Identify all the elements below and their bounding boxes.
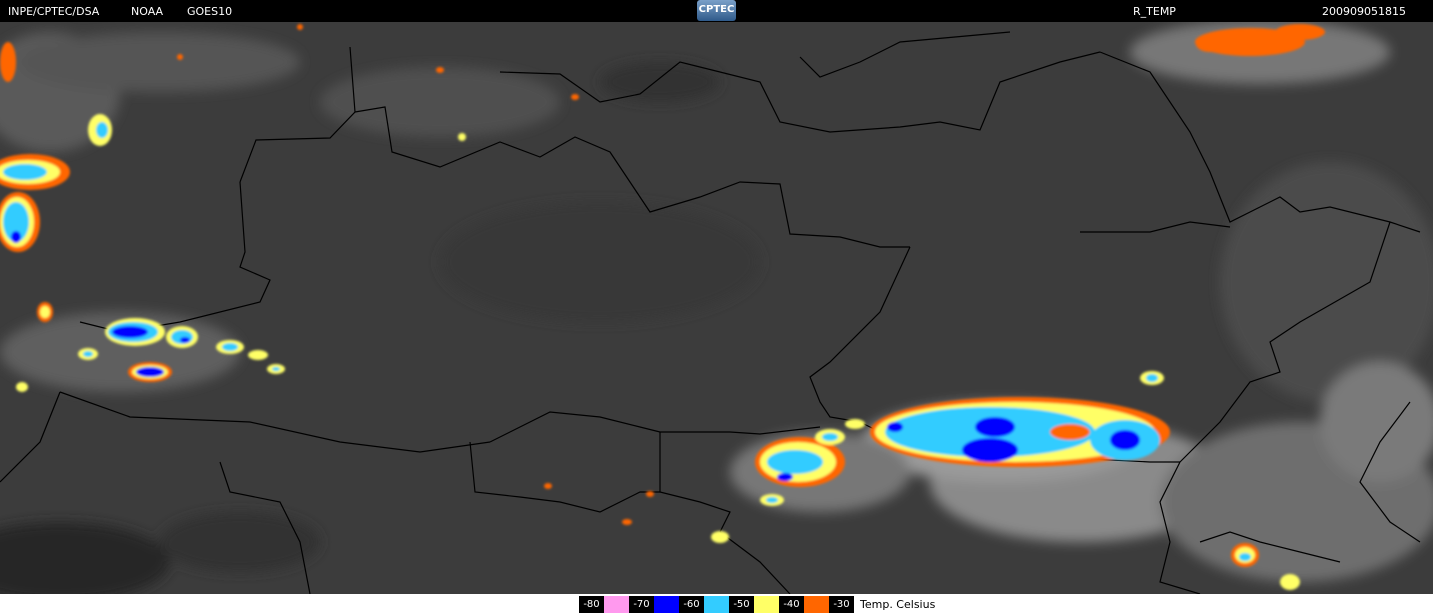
agency-label: NOAA (131, 5, 164, 18)
legend-label-60: -60 (679, 595, 704, 613)
legend-units: Temp. Celsius (860, 597, 936, 611)
legend-swatch-orange (804, 595, 829, 613)
legend-swatch-cyan (704, 595, 729, 613)
legend-swatch-pink (604, 595, 629, 613)
legend-label-40: -40 (779, 595, 804, 613)
source-label: INPE/CPTEC/DSA (8, 5, 100, 18)
legend-bar: -80 -70 -60 -50 -40 -30 Temp. Celsius (0, 594, 1433, 614)
cptec-logo: CPTEC (697, 0, 736, 21)
product-label: R_TEMP (1133, 5, 1176, 18)
legend-swatch-blue (654, 595, 679, 613)
datetime-label: 200909051815 (1322, 5, 1406, 18)
legend-label-70: -70 (629, 595, 654, 613)
legend-label-50: -50 (729, 595, 754, 613)
legend-label-30: -30 (829, 595, 854, 613)
satellite-map (0, 22, 1433, 594)
satellite-image (0, 22, 1433, 594)
legend-swatch-yellow (754, 595, 779, 613)
satellite-label: GOES10 (187, 5, 233, 18)
temperature-legend: -80 -70 -60 -50 -40 -30 Temp. Celsius (579, 595, 935, 613)
header-bar: INPE/CPTEC/DSA NOAA GOES10 CPTEC R_TEMP … (0, 0, 1433, 22)
legend-label-80: -80 (579, 595, 604, 613)
